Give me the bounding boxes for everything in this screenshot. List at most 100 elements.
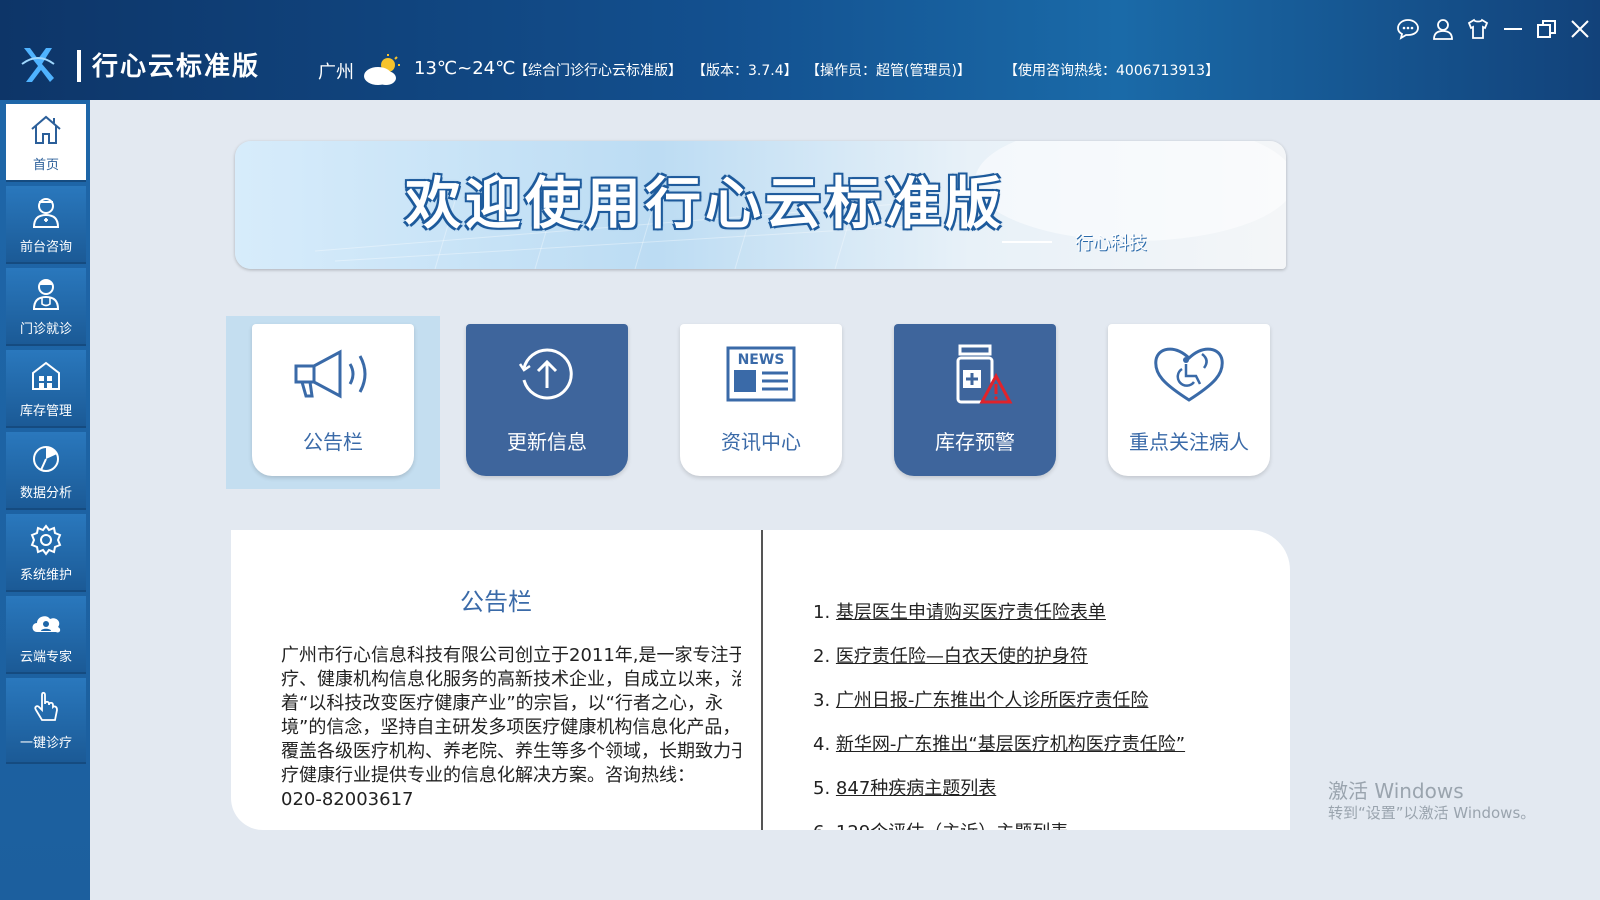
notice-line: 疗健康行业提供专业的信息化解决方案。咨询热线：	[281, 765, 695, 786]
sidebar-item-label: 库存管理	[19, 403, 72, 419]
tile-inventory-alert[interactable]: 库存预警	[894, 324, 1056, 476]
medicine-warning-icon	[956, 344, 1013, 404]
tile-updates[interactable]: 更新信息	[466, 324, 628, 476]
list-item: 1. 基层医生申请购买医疗责任险表单	[813, 598, 1185, 642]
tile-label: 资讯中心	[721, 430, 801, 454]
logo-divider	[77, 50, 81, 82]
sidebar-item-label: 系统维护	[19, 567, 72, 583]
sidebar-item-quick-treatment[interactable]: 一键诊疗	[6, 678, 86, 764]
weather-city: 广州	[318, 62, 354, 83]
version-label: 【版本：3.7.4】	[692, 63, 798, 79]
tile-label: 重点关注病人	[1129, 430, 1249, 454]
close-icon	[1571, 20, 1589, 38]
sidebar-item-system[interactable]: 系统维护	[6, 514, 86, 592]
sidebar-item-label: 一键诊疗	[19, 735, 72, 751]
hand-pointer-icon	[34, 691, 58, 721]
welcome-banner: 欢迎使用行心云标准版 行心科技	[235, 141, 1286, 269]
sidebar-item-cloud-expert[interactable]: 云端专家	[6, 596, 86, 674]
sidebar-item-reception[interactable]: 前台咨询	[6, 186, 86, 264]
user-icon	[1433, 19, 1453, 40]
operator-label: 【操作员：超管(管理员)】	[806, 63, 971, 79]
doctor-icon	[32, 278, 60, 310]
gear-icon	[30, 523, 62, 556]
minimize-icon	[1504, 28, 1522, 30]
list-item: 2. 医疗责任险—白衣天使的护身符	[813, 642, 1185, 686]
home-icon	[31, 115, 61, 144]
upload-circle-icon	[518, 348, 573, 400]
pie-chart-icon	[33, 445, 59, 472]
sidebar-item-label: 前台咨询	[19, 239, 72, 255]
nurse-icon	[32, 197, 60, 228]
close-button[interactable]	[1567, 16, 1593, 42]
restore-button[interactable]	[1534, 16, 1560, 42]
app-title: 行心云标准版	[92, 52, 261, 82]
cloud-user-icon	[32, 615, 61, 632]
list-item: 3. 广州日报-广东推出个人诊所医疗责任险	[813, 686, 1185, 730]
sidebar: 首页 前台咨询 门诊就诊 库存管理 数据分析 系统维护 云端专家 一键诊疗	[0, 100, 90, 900]
sidebar-item-label: 数据分析	[19, 485, 72, 501]
news-number: 3.	[813, 690, 831, 711]
news-icon: NEWS	[726, 346, 796, 402]
notice-title: 公告栏	[460, 588, 532, 616]
news-link[interactable]: 基层医生申请购买医疗责任险表单	[836, 602, 1106, 623]
hotline-label: 【使用咨询热线：4006713913】	[1004, 63, 1220, 79]
tile-news-center[interactable]: NEWS 资讯中心	[680, 324, 842, 476]
heart-wheelchair-icon	[1154, 347, 1224, 402]
svg-text:NEWS: NEWS	[738, 352, 785, 368]
banner-subtitle: 行心科技	[1075, 233, 1147, 254]
tile-label: 库存预警	[935, 430, 1015, 454]
banner-title: 欢迎使用行心云标准版	[405, 171, 1005, 237]
tshirt-icon	[1467, 18, 1489, 39]
news-number: 6.	[813, 822, 830, 830]
notice-line: 疗、健康机构信息化服务的高新技术企业，自成立以来，治	[281, 669, 741, 690]
sidebar-item-outpatient[interactable]: 门诊就诊	[6, 268, 86, 346]
tile-label: 更新信息	[507, 430, 587, 454]
notice-line: 着“以科技改变医疗健康产业”的宗旨，以“行者之心，永	[281, 693, 723, 714]
news-link[interactable]: 847种疾病主题列表	[836, 778, 996, 799]
chat-button[interactable]	[1395, 16, 1421, 42]
news-number: 1.	[813, 602, 831, 623]
notice-line: 覆盖各级医疗机构、养老院、养生等多个领域，长期致力于	[281, 741, 741, 762]
notice-line: 广州市行心信息科技有限公司创立于2011年,是一家专注于医	[281, 645, 741, 666]
sidebar-item-label: 门诊就诊	[19, 321, 72, 337]
news-list: 1. 基层医生申请购买医疗责任险表单 2. 医疗责任险—白衣天使的护身符 3. …	[813, 598, 1185, 830]
news-number: 5.	[813, 778, 831, 799]
notice-panel: 公告栏 广州市行心信息科技有限公司创立于2011年,是一家专注于医 疗、健康机构…	[231, 530, 761, 830]
sidebar-item-label: 云端专家	[19, 649, 72, 665]
minimize-button[interactable]	[1500, 16, 1526, 42]
news-link[interactable]: 广州日报-广东推出个人诊所医疗责任险	[836, 690, 1149, 711]
list-item: 4. 新华网-广东推出“基层医疗机构医疗责任险”	[813, 730, 1185, 774]
news-number: 2.	[813, 646, 831, 667]
product-name: 【综合门诊行心云标准版】	[514, 63, 682, 79]
sidebar-item-analytics[interactable]: 数据分析	[6, 432, 86, 510]
notice-clip: 公告栏 广州市行心信息科技有限公司创立于2011年,是一家专注于医 疗、健康机构…	[231, 530, 741, 830]
notice-line: 境”的信念，坚持自主研发多项医疗健康机构信息化产品，	[281, 717, 741, 738]
user-button[interactable]	[1430, 16, 1456, 42]
notice-line: 020-82003617	[281, 789, 414, 810]
skin-button[interactable]	[1465, 16, 1491, 42]
megaphone-icon	[294, 349, 367, 399]
news-number: 4.	[813, 734, 831, 755]
warehouse-icon	[32, 361, 60, 390]
restore-icon	[1537, 20, 1556, 38]
banner-divider	[1002, 241, 1052, 243]
app-logo-icon	[21, 48, 55, 82]
news-link[interactable]: 医疗责任险—白衣天使的护身符	[836, 646, 1088, 667]
chat-icon	[1397, 19, 1419, 40]
sidebar-item-inventory[interactable]: 库存管理	[6, 350, 86, 428]
sidebar-item-label: 首页	[32, 157, 59, 173]
partly-cloudy-icon	[364, 54, 400, 85]
tile-key-patients[interactable]: 重点关注病人	[1108, 324, 1270, 476]
windows-activation-watermark: 激活 Windows	[1328, 779, 1464, 803]
news-link[interactable]: 新华网-广东推出“基层医疗机构医疗责任险”	[836, 734, 1185, 755]
weather-temperature: 13℃~24℃	[414, 58, 516, 79]
windows-activation-hint: 转到“设置”以激活 Windows。	[1328, 804, 1536, 822]
tile-bulletin[interactable]: 公告栏	[252, 324, 414, 476]
notice-body: 广州市行心信息科技有限公司创立于2011年,是一家专注于医 疗、健康机构信息化服…	[281, 644, 741, 812]
list-item: 5. 847种疾病主题列表	[813, 774, 1185, 818]
news-panel: 1. 基层医生申请购买医疗责任险表单 2. 医疗责任险—白衣天使的护身符 3. …	[761, 530, 1290, 830]
news-link[interactable]: 129个评估（主诉）主题列表	[836, 822, 1068, 830]
list-item: 6. 129个评估（主诉）主题列表	[813, 818, 1185, 830]
tile-label: 公告栏	[303, 430, 363, 454]
sidebar-item-home[interactable]: 首页	[6, 104, 86, 182]
